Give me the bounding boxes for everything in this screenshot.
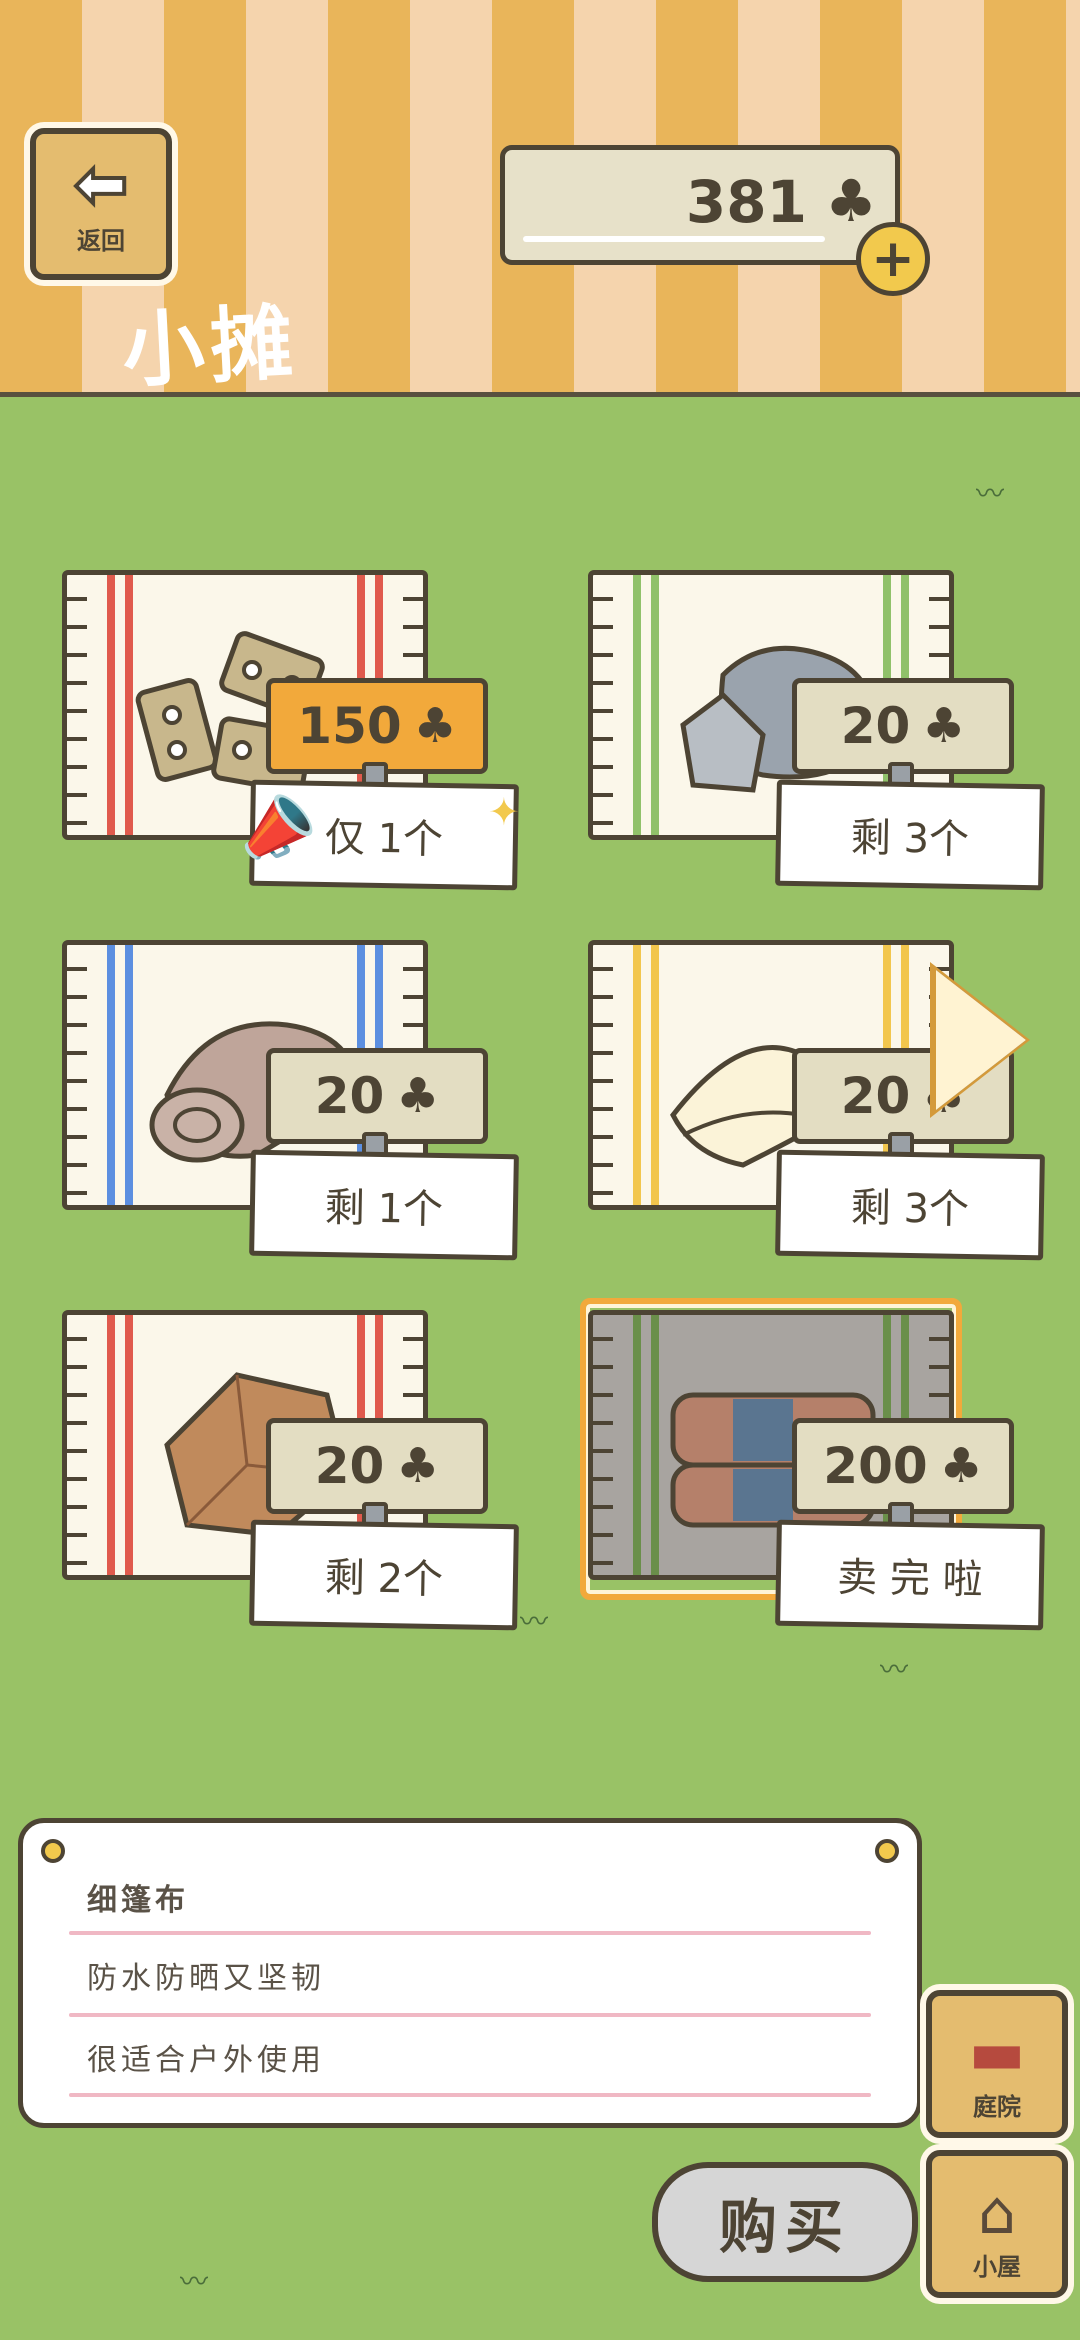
- item-stock: 剩 3个: [775, 1149, 1045, 1261]
- item-stock: 剩 3个: [775, 779, 1045, 891]
- shop-item-cloth-roll[interactable]: 20 ♣ 剩 1个: [40, 940, 519, 1261]
- mailbox-icon: ▬: [968, 2018, 1026, 2088]
- divider: [69, 2013, 871, 2017]
- item-price: 20: [314, 1067, 385, 1125]
- price-tag: 150 ♣: [266, 678, 488, 774]
- item-description-line1: 防水防晒又坚韧: [87, 1961, 325, 1996]
- item-description-line2: 很适合户外使用: [87, 2043, 325, 2078]
- clover-icon: ♣: [825, 167, 877, 235]
- shop-item-paper-bag[interactable]: 20 ♣ 剩 2个: [40, 1310, 519, 1631]
- back-button-label: 返回: [77, 226, 125, 255]
- next-page-arrow-fill: [936, 970, 1026, 1110]
- item-price: 150: [297, 697, 402, 755]
- item-stock: 卖 完 啦: [775, 1519, 1045, 1631]
- shop-item-hinges[interactable]: 150 ♣ 仅 1个 📣 ✦: [40, 570, 520, 891]
- yard-button[interactable]: ▬ 庭院: [926, 1990, 1068, 2138]
- item-price: 20: [840, 1067, 911, 1125]
- back-arrow-icon: ⬅: [72, 147, 130, 222]
- item-name: 细篷布: [87, 1883, 189, 1918]
- item-stock: 剩 1个: [249, 1149, 519, 1261]
- item-price: 20: [840, 697, 911, 755]
- grass-decoration: 〰: [976, 477, 1005, 510]
- divider: [69, 2093, 871, 2097]
- house-button[interactable]: ⌂ 小屋: [926, 2150, 1068, 2298]
- clover-icon: ♣: [939, 1438, 983, 1494]
- add-clover-button[interactable]: +: [856, 222, 930, 296]
- house-button-label: 小屋: [973, 2253, 1021, 2281]
- buy-button[interactable]: 购买: [652, 2162, 918, 2282]
- clover-bar-highlight: [523, 236, 825, 242]
- price-tag: 20 ♣: [266, 1418, 488, 1514]
- house-icon: ⌂: [977, 2178, 1017, 2248]
- shop-item-white-cloth[interactable]: 20 ♣ 剩 3个: [566, 940, 1045, 1261]
- shop-item-striped-tarp[interactable]: 200 ♣ 卖 完 啦: [566, 1298, 1045, 1631]
- clover-icon: ♣: [396, 1068, 440, 1124]
- sparkle-icon: ✦: [488, 790, 520, 834]
- grass-decoration: 〰: [180, 2265, 209, 2298]
- item-price: 200: [823, 1437, 928, 1495]
- clover-icon: ♣: [413, 698, 457, 754]
- clover-icon: ♣: [922, 698, 966, 754]
- item-stock: 剩 2个: [249, 1519, 519, 1631]
- shop-item-stone[interactable]: 20 ♣ 剩 3个: [566, 570, 1045, 891]
- yard-button-label: 庭院: [973, 2093, 1021, 2121]
- item-description-panel: 细篷布 防水防晒又坚韧 很适合户外使用: [18, 1818, 922, 2128]
- back-button[interactable]: ⬅ 返回: [30, 128, 172, 280]
- pin-icon: [41, 1839, 65, 1863]
- grass-decoration: 〰: [520, 1605, 549, 1638]
- clover-icon: ♣: [396, 1438, 440, 1494]
- price-tag: 20 ♣: [266, 1048, 488, 1144]
- price-tag: 20 ♣: [792, 678, 1014, 774]
- item-price: 20: [314, 1437, 385, 1495]
- page-title: 小摊: [120, 295, 301, 400]
- price-tag: 200 ♣: [792, 1418, 1014, 1514]
- clover-count: 381: [685, 168, 807, 236]
- pin-icon: [875, 1839, 899, 1863]
- grass-decoration: 〰: [880, 1653, 909, 1686]
- divider: [69, 1931, 871, 1935]
- shop-header: ⬅ 返回 小摊 381 ♣ +: [0, 0, 1080, 400]
- clover-balance: 381 ♣: [500, 145, 900, 265]
